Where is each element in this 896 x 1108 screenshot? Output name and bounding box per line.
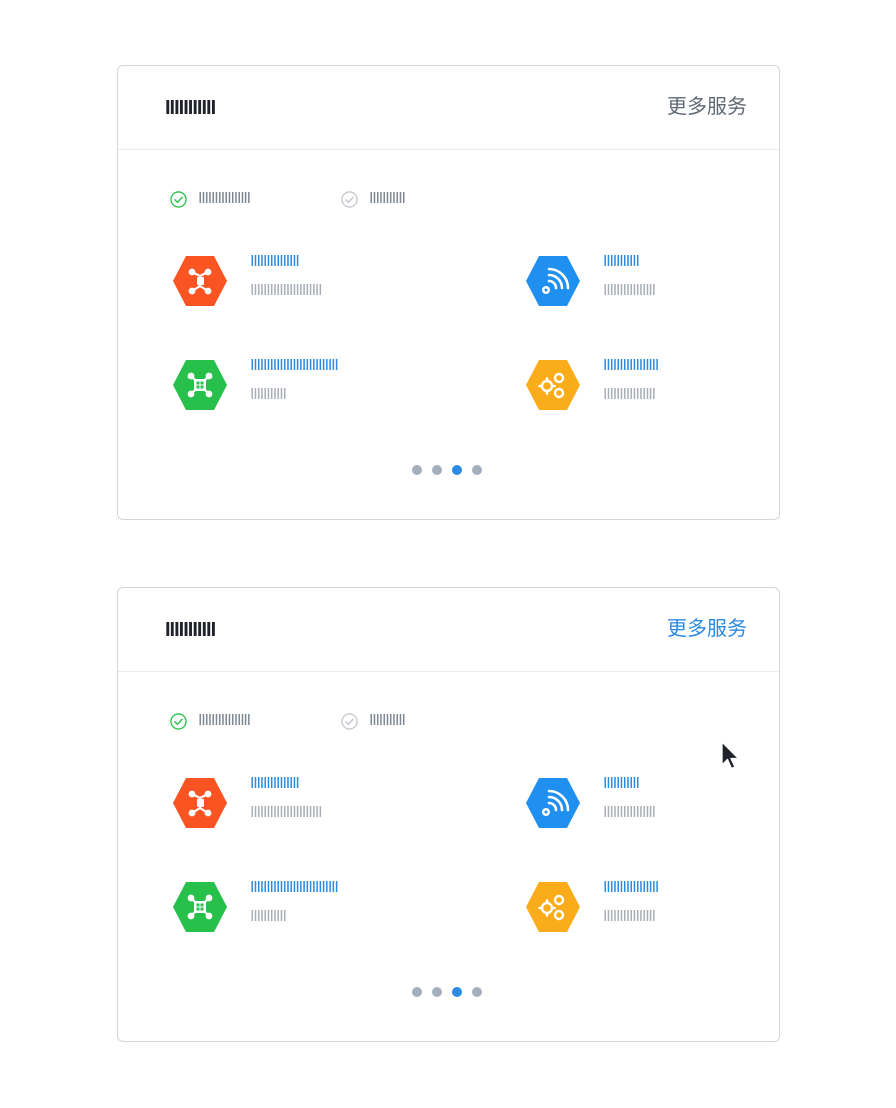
service-item[interactable]: IIIIIIIIIIIIIII IIIIIIIIIIIIIIIIIIIIII — [172, 775, 422, 837]
service-desc: IIIIIIIIIIIIIIII — [603, 282, 656, 299]
service-desc: IIIIIIIIIIIIIIII — [603, 386, 656, 403]
page-dot[interactable] — [472, 987, 482, 997]
service-desc: IIIIIIIIIIIIIIII — [603, 908, 656, 925]
filter-label: IIIIIIIIIIIIIIII — [198, 190, 251, 207]
filter-option-unchecked[interactable]: IIIIIIIIIII — [341, 709, 406, 733]
check-circle-icon — [341, 190, 358, 208]
service-name[interactable]: IIIIIIIIIIIIIII — [250, 772, 300, 796]
filter-option-checked[interactable]: IIIIIIIIIIIIIIII — [170, 187, 251, 211]
pagination-dots — [412, 987, 482, 997]
service-name[interactable]: IIIIIIIIIIIIIIIIIIIIIIIIIII — [250, 876, 339, 900]
gears-icon — [526, 882, 580, 932]
rss-gear-icon — [526, 778, 580, 828]
grid-network-icon — [173, 360, 227, 410]
filter-label: IIIIIIIIIII — [369, 190, 406, 207]
service-name[interactable]: IIIIIIIIIII — [603, 772, 640, 796]
page-dot[interactable] — [472, 465, 482, 475]
service-item[interactable]: IIIIIIIIIIIIIIIIIIIIIIIIIII IIIIIIIIIII — [172, 357, 422, 419]
filter-option-unchecked[interactable]: IIIIIIIIIII — [341, 187, 406, 211]
service-name[interactable]: IIIIIIIIIIIIIIIII — [603, 876, 659, 900]
page-dot-active[interactable] — [452, 465, 462, 475]
page-dot[interactable] — [432, 465, 442, 475]
service-name[interactable]: IIIIIIIIIIIIIIIII — [603, 354, 659, 378]
page-dot-active[interactable] — [452, 987, 462, 997]
service-desc: IIIIIIIIIII — [250, 908, 287, 925]
check-circle-icon — [170, 712, 187, 730]
page-dot[interactable] — [412, 465, 422, 475]
pagination-dots — [412, 465, 482, 475]
gears-icon — [526, 360, 580, 410]
service-item[interactable]: IIIIIIIIIIIIIIIIIIIIIIIIIII IIIIIIIIIII — [172, 879, 422, 941]
service-item[interactable]: IIIIIIIIIII IIIIIIIIIIIIIIII — [525, 775, 775, 837]
puzzle-network-icon — [173, 778, 227, 828]
more-services-link[interactable]: 更多服务 — [667, 94, 747, 120]
service-item[interactable]: IIIIIIIIIIIIIIIII IIIIIIIIIIIIIIII — [525, 357, 775, 419]
service-item[interactable]: IIIIIIIIIII IIIIIIIIIIIIIIII — [525, 253, 775, 315]
service-desc: IIIIIIIIIIIIIIIIIIIIII — [250, 804, 323, 821]
filter-label: IIIIIIIIIII — [369, 712, 406, 729]
more-services-link[interactable]: 更多服务 — [667, 616, 747, 642]
service-name[interactable]: IIIIIIIIIIIIIIIIIIIIIIIIIII — [250, 354, 339, 378]
service-desc: IIIIIIIIIIIIIIIIIIIIII — [250, 282, 323, 299]
card-header: IIIIIIIIIII 更多服务 — [118, 588, 779, 672]
puzzle-network-icon — [173, 256, 227, 306]
mouse-pointer-icon — [721, 741, 740, 770]
check-circle-icon — [170, 190, 187, 208]
filter-option-checked[interactable]: IIIIIIIIIIIIIIII — [170, 709, 251, 733]
service-item[interactable]: IIIIIIIIIIIIIIIII IIIIIIIIIIIIIIII — [525, 879, 775, 941]
rss-gear-icon — [526, 256, 580, 306]
service-desc: IIIIIIIIIIIIIIII — [603, 804, 656, 821]
services-card: IIIIIIIIIII 更多服务 IIIIIIIIIIIIIIII IIIIII… — [117, 65, 780, 520]
card-header: IIIIIIIIIII 更多服务 — [118, 66, 779, 150]
page-dot[interactable] — [412, 987, 422, 997]
service-item[interactable]: IIIIIIIIIIIIIII IIIIIIIIIIIIIIIIIIIIII — [172, 253, 422, 315]
check-circle-icon — [341, 712, 358, 730]
page-dot[interactable] — [432, 987, 442, 997]
services-card: IIIIIIIIIII 更多服务 IIIIIIIIIIIIIIII IIIIII… — [117, 587, 780, 1042]
service-name[interactable]: IIIIIIIIIIIIIII — [250, 250, 300, 274]
grid-network-icon — [173, 882, 227, 932]
filter-label: IIIIIIIIIIIIIIII — [198, 712, 251, 729]
service-name[interactable]: IIIIIIIIIII — [603, 250, 640, 274]
card-title: IIIIIIIIIII — [165, 619, 216, 641]
card-title: IIIIIIIIIII — [165, 97, 216, 119]
service-desc: IIIIIIIIIII — [250, 386, 287, 403]
